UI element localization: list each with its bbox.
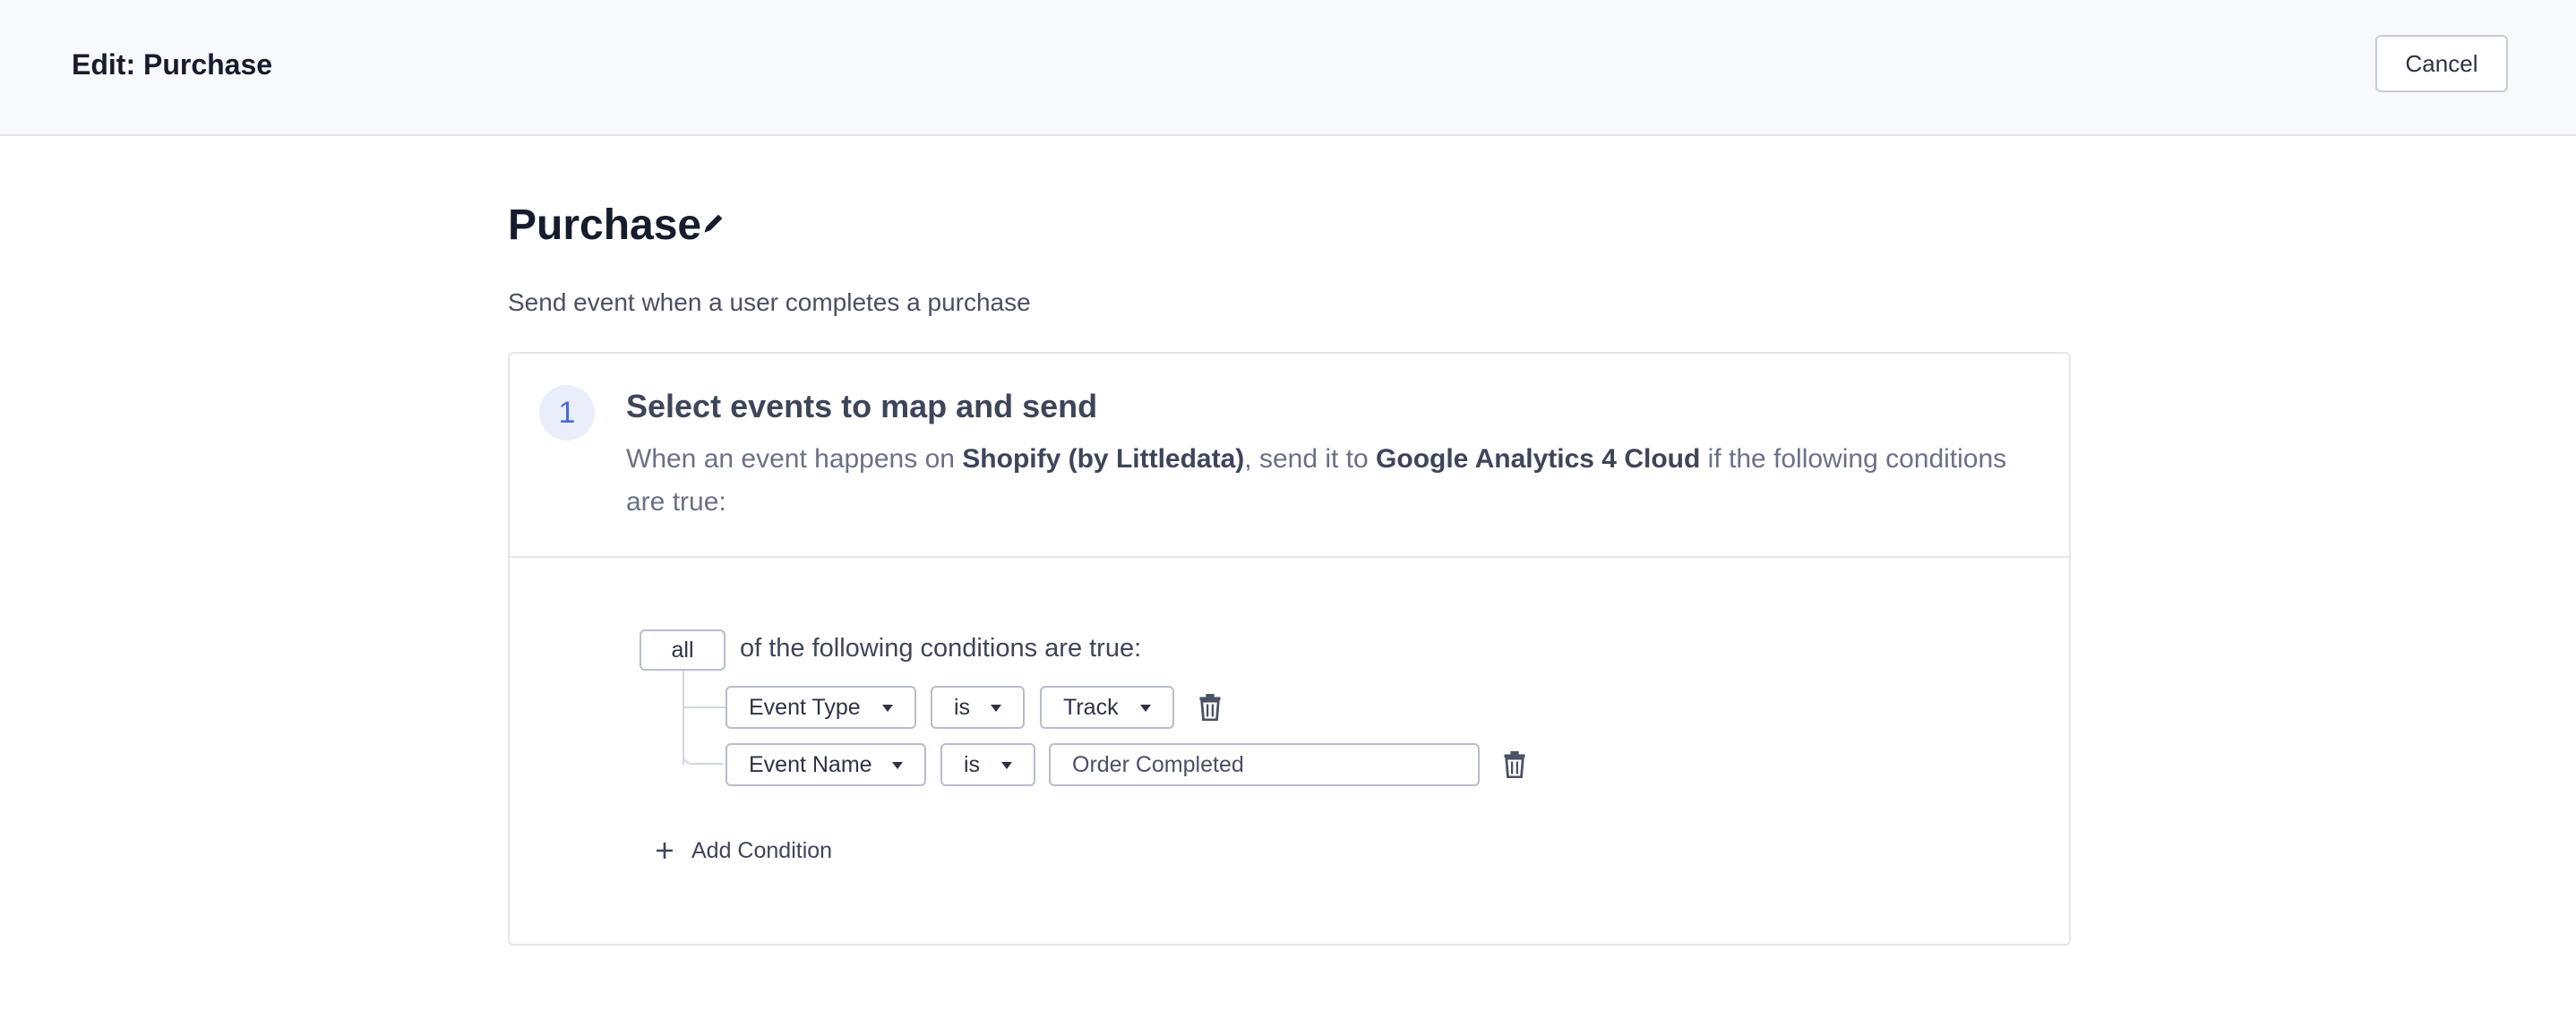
field-select-value: Event Type bbox=[749, 694, 861, 720]
tree-branch bbox=[683, 706, 726, 708]
field-select-value: Event Name bbox=[749, 751, 872, 777]
condition-operator-select[interactable]: is bbox=[931, 686, 1025, 729]
add-condition-button[interactable]: Add Condition bbox=[656, 833, 832, 869]
step-desc-middle: , send it to bbox=[1244, 444, 1377, 474]
match-all-selector[interactable]: all bbox=[640, 629, 726, 671]
operator-select-value: is bbox=[964, 751, 981, 777]
caret-down-icon bbox=[892, 762, 903, 769]
step-desc-prefix: When an event happens on bbox=[626, 444, 963, 474]
condition-value-select[interactable]: Track bbox=[1040, 686, 1174, 729]
edit-title: Edit: Purchase bbox=[72, 48, 273, 81]
step-description: When an event happens on Shopify (by Lit… bbox=[626, 438, 2050, 524]
condition-value-input[interactable] bbox=[1049, 743, 1480, 786]
caret-down-icon bbox=[1001, 762, 1012, 769]
page-title: Purchase bbox=[508, 201, 702, 249]
pencil-icon[interactable] bbox=[700, 210, 727, 236]
card-divider bbox=[510, 556, 2069, 558]
caret-down-icon bbox=[991, 705, 1001, 712]
step-title: Select events to map and send bbox=[626, 388, 1098, 424]
caret-down-icon bbox=[1140, 705, 1151, 712]
add-condition-label: Add Condition bbox=[691, 837, 833, 863]
step-number-badge: 1 bbox=[539, 385, 595, 441]
top-bar: Edit: Purchase Cancel bbox=[0, 0, 2576, 136]
tree-branch bbox=[683, 734, 724, 765]
condition-field-select[interactable]: Event Name bbox=[726, 743, 926, 786]
conditions-intro-text: of the following conditions are true: bbox=[740, 634, 1142, 663]
value-select-value: Track bbox=[1063, 694, 1119, 720]
source-name: Shopify (by Littledata) bbox=[962, 444, 1245, 474]
trash-icon[interactable] bbox=[1198, 694, 1223, 721]
operator-select-value: is bbox=[954, 694, 971, 720]
caret-down-icon bbox=[882, 705, 893, 712]
condition-field-select[interactable]: Event Type bbox=[726, 686, 916, 729]
plus-icon bbox=[657, 843, 673, 859]
trash-icon[interactable] bbox=[1502, 751, 1527, 778]
destination-name: Google Analytics 4 Cloud bbox=[1376, 444, 1701, 474]
condition-operator-select[interactable]: is bbox=[940, 743, 1035, 786]
page-description: Send event when a user completes a purch… bbox=[508, 288, 1031, 316]
cancel-button[interactable]: Cancel bbox=[2375, 35, 2508, 92]
